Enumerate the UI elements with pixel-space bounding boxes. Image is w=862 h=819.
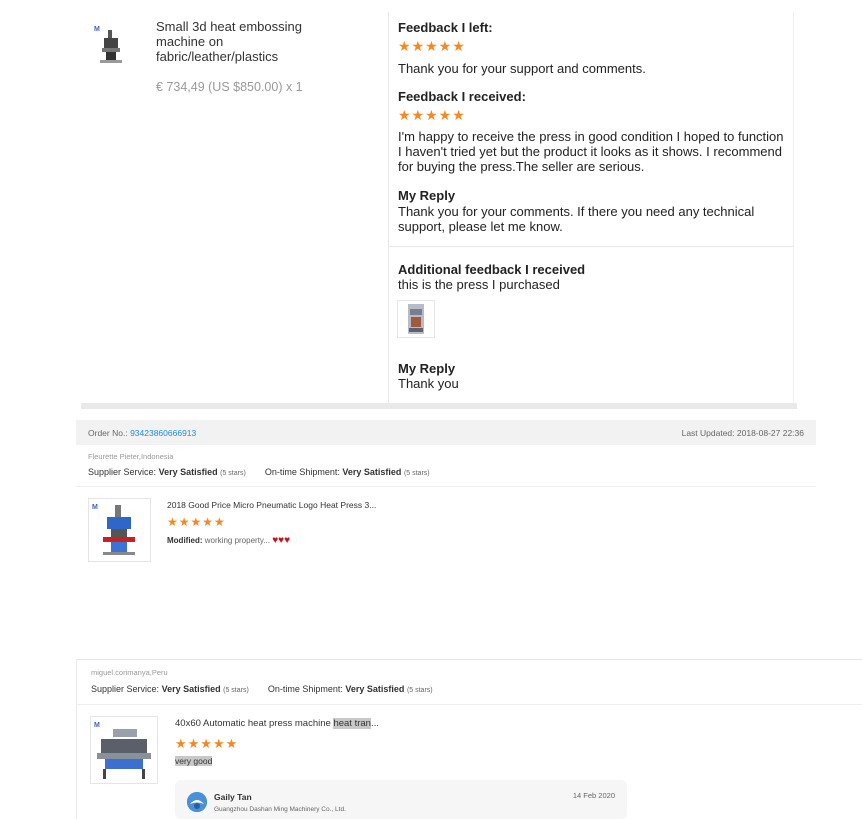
modified-text: working property... (204, 536, 270, 545)
rating-stars: ★★★★★ (167, 515, 226, 529)
divider (77, 704, 862, 705)
divider (76, 659, 77, 819)
svg-text:M: M (94, 26, 100, 33)
rating-stars: ★★★★★ (175, 736, 239, 751)
review-text: very good (175, 756, 213, 766)
additional-feedback-heading: Additional feedback I received (398, 262, 586, 277)
order-number-link[interactable]: 93423860666913 (130, 428, 196, 438)
supplier-service-label: Supplier Service: (88, 467, 157, 477)
product-title-ellipsis: ... (370, 718, 379, 729)
shipment-label: On-time Shipment: (267, 684, 343, 694)
avatar (187, 792, 207, 812)
shipment-value: Very Satisfied (345, 684, 405, 694)
product-title[interactable]: 2018 Good Price Micro Pneumatic Logo Hea… (167, 500, 376, 510)
product-image[interactable]: M (88, 498, 151, 562)
modified-label: Modified: (167, 536, 203, 545)
product-title[interactable]: Small 3d heat embossing machine on fabri… (156, 19, 326, 64)
product-image[interactable]: M (92, 22, 132, 66)
product-title[interactable]: 40x60 Automatic heat press machine heat … (175, 718, 379, 729)
shipment-stars: (5 stars) (403, 470, 430, 477)
order-header: Order No.: 93423860666913 Last Updated: … (76, 420, 816, 445)
supplier-service-stars: (5 stars) (223, 687, 249, 694)
seller-reply: Gaily Tan Guangzhou Dashan Ming Machiner… (175, 780, 627, 819)
svg-text:M: M (92, 504, 98, 511)
feedback-left-text: Thank you for your support and comments. (398, 61, 646, 76)
review-text-highlight: very good (175, 756, 213, 766)
product-title-highlight: heat tran (333, 718, 371, 729)
reply-author-name: Gaily Tan (214, 792, 252, 802)
order-number-label: Order No.: (88, 428, 128, 438)
product-price: € 734,49 (US $850.00) x 1 (156, 80, 303, 94)
supplier-service-value: Very Satisfied (158, 467, 218, 477)
my-reply-heading: My Reply (398, 188, 456, 203)
section-footer-bar (81, 403, 797, 409)
reply-company: Guangzhou Dashan Ming Machinery Co., Ltd… (214, 806, 346, 813)
feedback-received-stars: ★★★★★ (398, 107, 466, 123)
my-reply-text: Thank you for your comments. If there yo… (398, 204, 755, 234)
feedback-left-stars: ★★★★★ (398, 38, 466, 54)
reply-date: 14 Feb 2020 (572, 791, 615, 800)
product-title-part: 40x60 Automatic heat press machine (175, 718, 331, 729)
feedback-received-text: I'm happy to receive the press in good c… (398, 129, 784, 174)
supplier-service-value: Very Satisfied (161, 684, 221, 694)
divider (76, 486, 816, 487)
divider (793, 12, 794, 404)
feedback-received-heading: Feedback I received: (398, 89, 526, 104)
rating-summary: Supplier Service: Very Satisfied (5 star… (91, 684, 433, 694)
product-image[interactable]: M (90, 716, 158, 784)
additional-feedback-text: this is the press I purchased (398, 277, 560, 292)
buyer-name: Fleurette Pieter,Indonesia (88, 452, 174, 461)
hearts-icon: ♥♥♥ (272, 535, 291, 546)
feedback-photo-thumbnail[interactable] (397, 300, 435, 338)
buyer-name: miguel.corimanya,Peru (91, 668, 168, 677)
shipment-value: Very Satisfied (342, 467, 402, 477)
last-updated: Last Updated: 2018-08-27 22:36 (681, 428, 804, 438)
feedback-left-heading: Feedback I left: (398, 20, 493, 35)
divider (76, 659, 862, 660)
my-reply2-heading: My Reply (398, 361, 456, 376)
rating-summary: Supplier Service: Very Satisfied (5 star… (88, 467, 430, 477)
svg-text:M: M (94, 722, 100, 729)
divider (389, 246, 793, 247)
supplier-service-label: Supplier Service: (91, 684, 160, 694)
divider (388, 12, 389, 404)
modified-review: Modified: working property... ♥♥♥ (167, 535, 290, 546)
my-reply2-text: Thank you (398, 376, 459, 391)
supplier-service-stars: (5 stars) (220, 470, 246, 477)
shipment-stars: (5 stars) (406, 687, 433, 694)
shipment-label: On-time Shipment: (264, 467, 340, 477)
